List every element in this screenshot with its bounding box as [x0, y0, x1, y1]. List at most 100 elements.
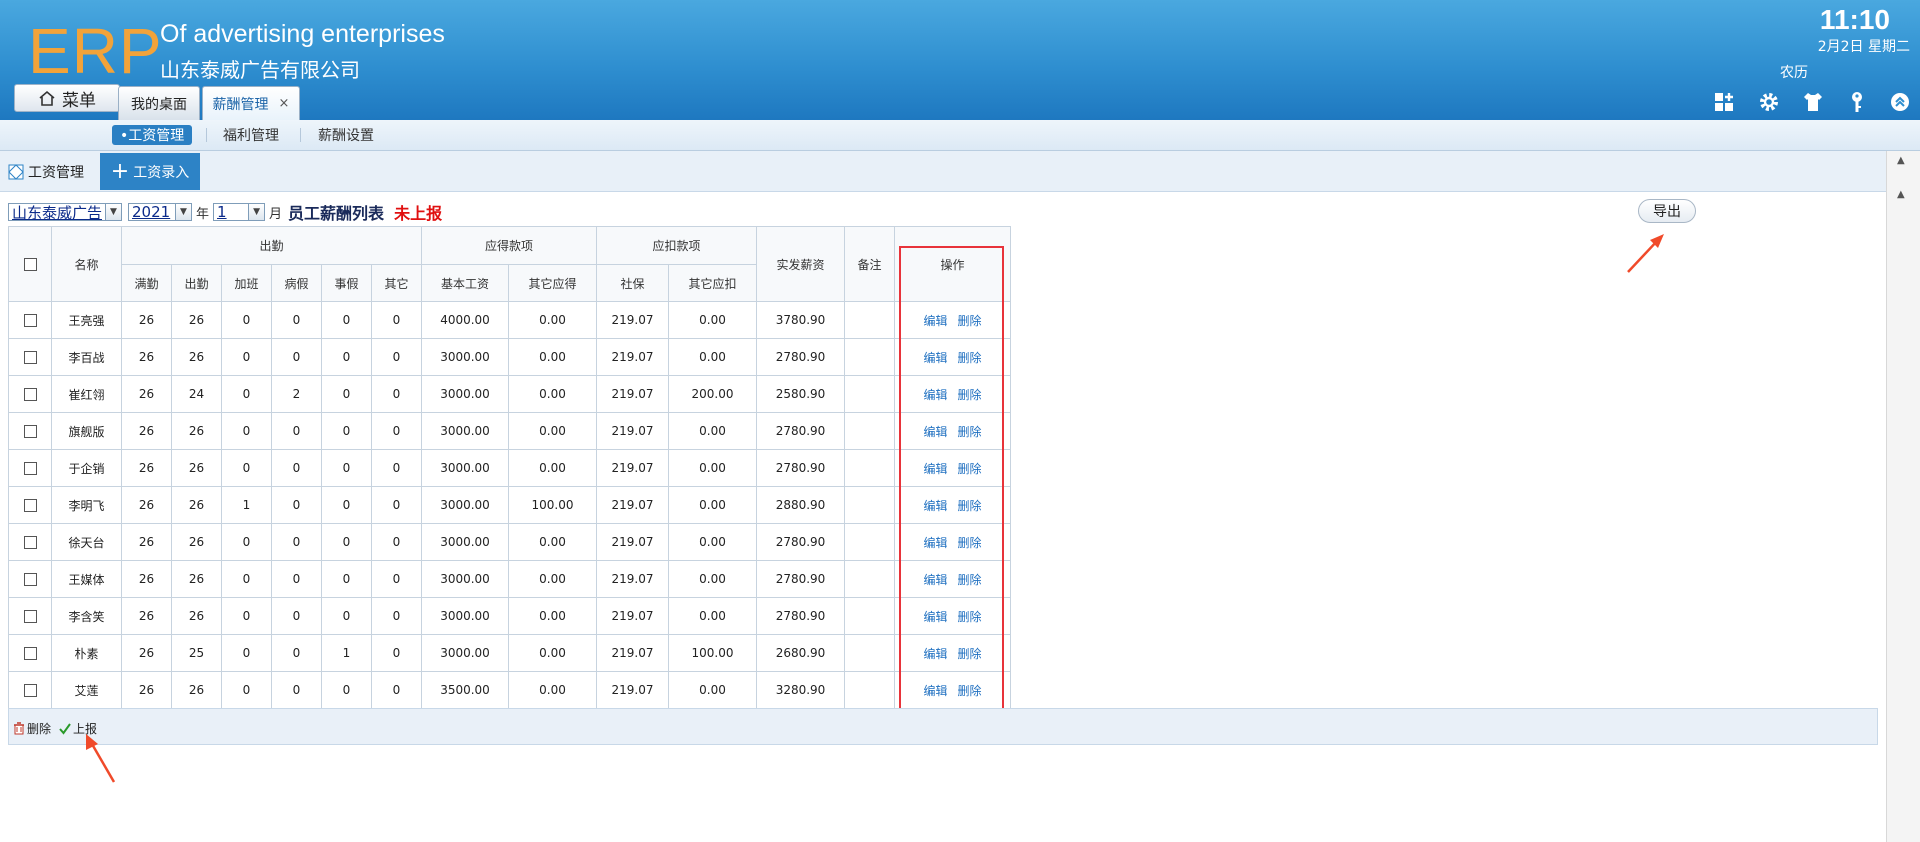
gear-icon[interactable] [1757, 90, 1781, 114]
cell-attendance: 26 [171, 486, 222, 524]
export-button[interactable]: 导出 [1638, 199, 1696, 223]
scroll-up-icon[interactable]: ▲ [1897, 189, 1905, 200]
cell-other: 0 [371, 375, 422, 413]
cell-remark [844, 634, 895, 672]
row-select-cell [8, 597, 52, 635]
delete-link[interactable]: 删除 [958, 388, 982, 402]
edit-link[interactable]: 编辑 [923, 647, 947, 661]
delete-link[interactable]: 删除 [958, 462, 982, 476]
key-icon[interactable] [1845, 90, 1869, 114]
delete-link[interactable]: 删除 [958, 499, 982, 513]
col-base-salary: 基本工资 [421, 264, 509, 302]
cell-sick-leave: 0 [271, 634, 322, 672]
add-widget-icon[interactable] [1712, 90, 1736, 114]
cell-base-salary: 3000.00 [421, 412, 509, 450]
cell-social-security: 219.07 [596, 597, 669, 635]
company-select[interactable]: 山东泰威广告 ▼ [8, 203, 123, 222]
cell-full-attendance: 26 [121, 560, 172, 598]
delete-link[interactable]: 删除 [958, 573, 982, 587]
edit-link[interactable]: 编辑 [923, 573, 947, 587]
cell-remark [844, 671, 895, 709]
row-checkbox[interactable] [23, 647, 37, 660]
row-select-cell [8, 338, 52, 376]
row-checkbox[interactable] [23, 388, 37, 401]
list-title: 员工薪酬列表 [288, 204, 385, 223]
row-checkbox[interactable] [23, 499, 37, 512]
delete-link[interactable]: 删除 [958, 314, 982, 328]
edit-link[interactable]: 编辑 [923, 536, 947, 550]
close-icon[interactable]: × [279, 96, 290, 111]
row-select-cell [8, 671, 52, 709]
tab-salary-management[interactable]: 薪酬管理 × [202, 86, 300, 120]
cell-attendance: 26 [171, 301, 222, 339]
month-select[interactable]: 1 ▼ [213, 203, 266, 221]
select-all-checkbox[interactable] [23, 258, 37, 271]
cell-full-attendance: 26 [121, 449, 172, 487]
cell-base-salary: 3000.00 [421, 338, 509, 376]
cell-full-attendance: 26 [121, 634, 172, 672]
row-checkbox[interactable] [23, 351, 37, 364]
delete-link[interactable]: 删除 [958, 647, 982, 661]
cell-personal-leave: 0 [321, 560, 372, 598]
cell-social-security: 219.07 [596, 338, 669, 376]
row-checkbox[interactable] [23, 462, 37, 475]
batch-delete-button[interactable]: 删除 [13, 720, 51, 737]
edit-link[interactable]: 编辑 [923, 610, 947, 624]
edit-link[interactable]: 编辑 [923, 499, 947, 513]
tab-my-desktop-label: 我的桌面 [131, 96, 187, 113]
cell-base-salary: 3000.00 [421, 449, 509, 487]
cell-net-pay: 2580.90 [756, 375, 845, 413]
cell-other: 0 [371, 486, 422, 524]
year-select[interactable]: 2021 ▼ [128, 203, 193, 221]
tab-my-desktop[interactable]: 我的桌面 [118, 86, 200, 120]
cell-attendance: 26 [171, 560, 222, 598]
row-checkbox[interactable] [23, 610, 37, 623]
chevron-down-icon: ▼ [175, 204, 192, 220]
table-row: 旗舰版 26 26 0 0 0 0 3000.00 0.00 219.07 0.00 2780.90 编… [8, 412, 1011, 450]
cell-full-attendance: 26 [121, 597, 172, 635]
salary-entry-button[interactable]: + 工资录入 [100, 153, 200, 190]
edit-link[interactable]: 编辑 [923, 425, 947, 439]
cell-base-salary: 3000.00 [421, 597, 509, 635]
subnav-salary-settings[interactable]: 薪酬设置 [318, 125, 374, 145]
scroll-up-icon[interactable]: ▲ [1897, 155, 1905, 166]
row-checkbox[interactable] [23, 684, 37, 697]
subnav-welfare-management[interactable]: 福利管理 [223, 125, 279, 145]
cell-social-security: 219.07 [596, 523, 669, 561]
edit-link[interactable]: 编辑 [923, 351, 947, 365]
col-full-attendance: 满勤 [121, 264, 172, 302]
row-checkbox[interactable] [23, 425, 37, 438]
cell-net-pay: 2780.90 [756, 523, 845, 561]
row-checkbox[interactable] [23, 536, 37, 549]
main-menu-button[interactable]: 菜单 [14, 84, 120, 112]
lunar-calendar-link[interactable]: 农历 [1780, 62, 1808, 82]
shirt-icon[interactable] [1801, 90, 1825, 114]
vertical-scrollbar[interactable]: ▲ ▲ [1886, 151, 1920, 842]
row-checkbox[interactable] [23, 314, 37, 327]
delete-link[interactable]: 删除 [958, 351, 982, 365]
delete-link[interactable]: 删除 [958, 610, 982, 624]
cell-net-pay: 2780.90 [756, 449, 845, 487]
cell-overtime: 0 [221, 634, 272, 672]
cell-actions: 编辑 删除 [894, 560, 1011, 598]
delete-link[interactable]: 删除 [958, 425, 982, 439]
month-unit: 月 [269, 206, 283, 222]
erp-logo: ERP [28, 15, 163, 87]
edit-link[interactable]: 编辑 [923, 684, 947, 698]
col-other-payable: 其它应得 [508, 264, 597, 302]
cell-name: 李百战 [51, 338, 122, 376]
row-checkbox[interactable] [23, 573, 37, 586]
delete-link[interactable]: 删除 [958, 536, 982, 550]
edit-link[interactable]: 编辑 [923, 314, 947, 328]
collapse-up-icon[interactable] [1888, 90, 1912, 114]
cell-other: 0 [371, 412, 422, 450]
table-row: 崔红翎 26 24 0 2 0 0 3000.00 0.00 219.07 200.00 2580.9… [8, 375, 1011, 413]
cell-name: 艾莲 [51, 671, 122, 709]
report-status: 未上报 [394, 204, 443, 223]
cell-overtime: 0 [221, 449, 272, 487]
subnav-salary-management[interactable]: •工资管理 [112, 125, 193, 145]
report-button[interactable]: 上报 [59, 720, 97, 737]
delete-link[interactable]: 删除 [958, 684, 982, 698]
edit-link[interactable]: 编辑 [923, 462, 947, 476]
edit-link[interactable]: 编辑 [923, 388, 947, 402]
